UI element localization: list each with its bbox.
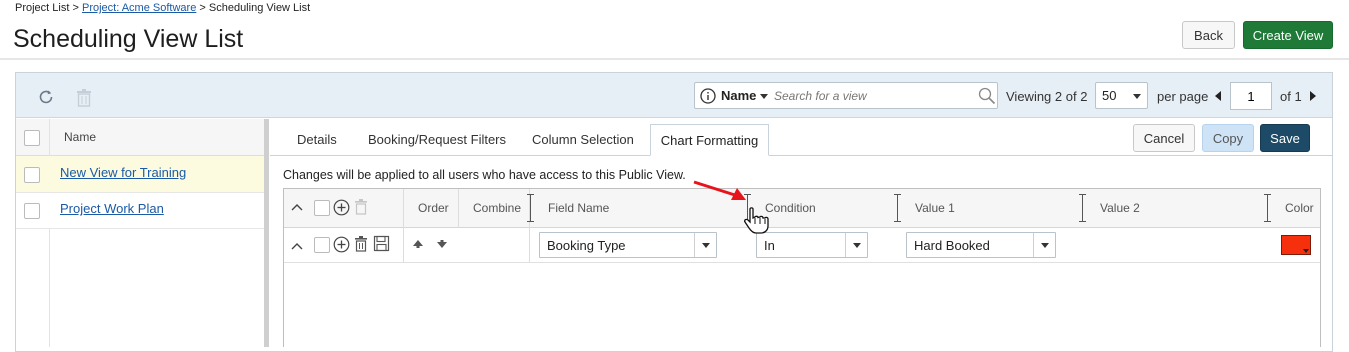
header-checkbox[interactable] (314, 200, 330, 216)
trash-icon[interactable] (74, 86, 94, 108)
move-up-icon[interactable] (412, 239, 424, 249)
column-divider (458, 189, 459, 228)
field-name-column-header: Field Name (548, 201, 610, 215)
combine-column-header: Combine (473, 201, 522, 215)
viewing-count: Viewing 2 of 2 (1006, 89, 1087, 104)
breadcrumb-separator: > (199, 2, 206, 14)
search-icon[interactable] (978, 87, 996, 105)
view-list-header (16, 119, 264, 156)
column-divider (49, 119, 50, 347)
breadcrumb-project-link[interactable]: Project: Acme Software (82, 2, 196, 14)
column-resize-handle[interactable] (894, 194, 901, 222)
hand-cursor-icon (742, 206, 772, 234)
refresh-icon[interactable] (37, 88, 55, 106)
cancel-button[interactable]: Cancel (1133, 124, 1195, 152)
row-checkbox[interactable] (24, 203, 40, 219)
annotation-arrow-icon (690, 176, 750, 206)
panel-splitter[interactable] (264, 119, 269, 347)
value2-column-header: Value 2 (1100, 201, 1140, 215)
breadcrumb-current: Scheduling View List (208, 2, 311, 14)
value1-column-header: Value 1 (915, 201, 955, 215)
color-column-header: Color (1285, 201, 1314, 215)
trash-icon[interactable] (353, 235, 369, 253)
per-page-value: 50 (1102, 88, 1117, 103)
page-number-input[interactable] (1230, 82, 1272, 110)
search-field-label: Name (721, 88, 757, 103)
info-icon (700, 88, 716, 104)
field-name-select[interactable]: Booking Type (539, 232, 717, 258)
prev-page-icon[interactable] (1215, 91, 1221, 101)
back-button[interactable]: Back (1182, 21, 1235, 49)
search-field-dropdown[interactable]: Name (721, 88, 769, 103)
save-row-icon[interactable] (373, 235, 390, 252)
row-checkbox[interactable] (24, 167, 40, 183)
breadcrumb-separator: > (72, 2, 79, 14)
collapse-icon[interactable] (290, 240, 304, 252)
chevron-down-icon (694, 233, 716, 257)
tab-booking-request-filters[interactable]: Booking/Request Filters (368, 132, 506, 147)
viewing-value: 2 of 2 (1054, 89, 1088, 104)
order-column-header: Order (418, 201, 449, 215)
trash-icon[interactable] (353, 198, 369, 216)
chevron-down-icon (760, 94, 769, 100)
view-link[interactable]: Project Work Plan (60, 201, 164, 216)
column-resize-handle[interactable] (1264, 194, 1271, 222)
copy-button[interactable]: Copy (1202, 124, 1254, 152)
save-button[interactable]: Save (1260, 124, 1310, 152)
public-view-notice: Changes will be applied to all users who… (283, 168, 686, 182)
create-view-button[interactable]: Create View (1243, 21, 1333, 49)
next-page-icon[interactable] (1310, 91, 1316, 101)
column-resize-handle[interactable] (1079, 194, 1086, 222)
search-input[interactable] (774, 86, 974, 106)
tabs-divider (270, 155, 1332, 156)
viewing-prefix: Viewing (1006, 89, 1052, 104)
header-divider (0, 58, 1349, 60)
condition-value: In (764, 238, 775, 253)
add-icon[interactable] (333, 236, 350, 253)
chevron-down-icon (1133, 94, 1141, 99)
breadcrumb: Project List > Project: Acme Software > … (15, 2, 310, 14)
chevron-down-icon (845, 233, 867, 257)
move-down-icon[interactable] (436, 239, 448, 249)
value1-select[interactable]: Hard Booked (906, 232, 1056, 258)
field-name-value: Booking Type (547, 238, 626, 253)
page-title: Scheduling View List (13, 25, 244, 53)
tab-column-selection[interactable]: Column Selection (532, 132, 634, 147)
page-total: of 1 (1280, 89, 1302, 104)
column-resize-handle[interactable] (527, 194, 534, 222)
chevron-down-icon (1033, 233, 1055, 257)
name-column-header[interactable]: Name (64, 130, 96, 144)
select-all-checkbox[interactable] (24, 130, 40, 146)
per-page-select[interactable]: 50 (1095, 82, 1148, 109)
color-picker[interactable] (1281, 235, 1311, 255)
collapse-icon[interactable] (290, 201, 304, 213)
add-icon[interactable] (333, 199, 350, 216)
value1-value: Hard Booked (914, 238, 990, 253)
tab-chart-formatting[interactable]: Chart Formatting (650, 124, 769, 156)
per-page-label: per page (1157, 89, 1209, 104)
condition-column-header: Condition (765, 201, 816, 215)
tab-details[interactable]: Details (297, 132, 337, 147)
condition-select[interactable]: In (756, 232, 868, 258)
row-checkbox[interactable] (314, 237, 330, 253)
breadcrumb-project-list[interactable]: Project List (15, 2, 69, 14)
view-link[interactable]: New View for Training (60, 165, 186, 180)
